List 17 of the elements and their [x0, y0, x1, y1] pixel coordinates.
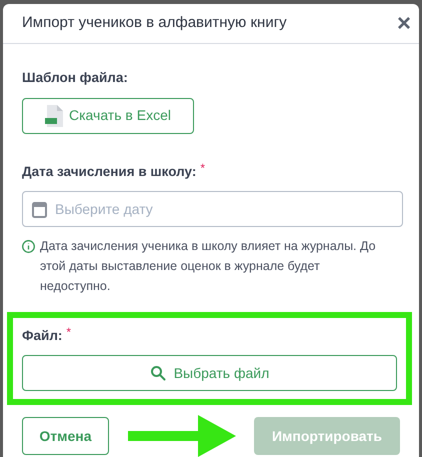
required-mark: *: [200, 162, 206, 174]
arrow-icon: [128, 415, 236, 457]
close-button[interactable]: ×: [396, 12, 411, 36]
cancel-button[interactable]: Отмена: [22, 417, 109, 455]
hint-text: Дата зачисления ученика в школу влияет на журналы. До этой даты выставление оценок в журнале будет недоступно.: [40, 238, 377, 295]
search-icon: [150, 365, 166, 381]
choose-file-button[interactable]: Выбрать файл: [22, 355, 397, 391]
info-icon: [22, 240, 35, 253]
date-field[interactable]: Выберите дату: [22, 190, 403, 227]
field-label: Шаблон файла:: [22, 69, 128, 88]
required-mark: *: [66, 326, 72, 338]
field-label: Файл:: [22, 326, 62, 345]
field-label: Дата зачисления в школу:: [22, 162, 196, 181]
file-icon: [45, 104, 64, 126]
calendar-icon: [32, 200, 47, 218]
download-excel-button[interactable]: Скачать в Excel: [22, 98, 194, 134]
dialog-title: Импорт учеников в алфавитную книгу: [22, 13, 287, 34]
